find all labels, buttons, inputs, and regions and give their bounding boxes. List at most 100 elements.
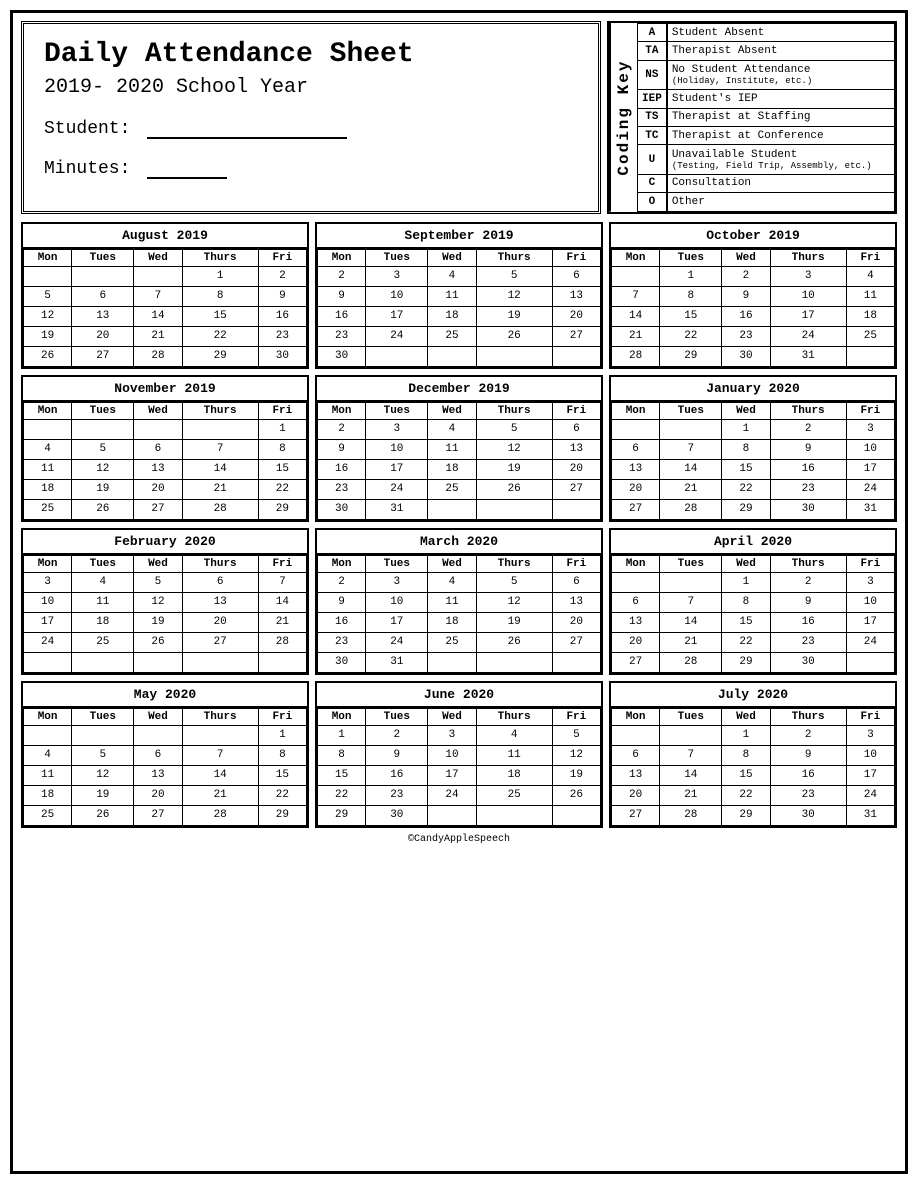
calendar-day-cell[interactable]: 16	[722, 306, 770, 326]
calendar-day-cell[interactable]	[612, 266, 660, 286]
calendar-day-cell[interactable]	[134, 652, 182, 672]
calendar-day-cell[interactable]: 3	[846, 419, 894, 439]
calendar-day-cell[interactable]: 29	[722, 499, 770, 519]
calendar-day-cell[interactable]	[476, 652, 552, 672]
calendar-day-cell[interactable]: 5	[134, 572, 182, 592]
calendar-day-cell[interactable]: 24	[428, 785, 476, 805]
calendar-day-cell[interactable]: 26	[72, 805, 134, 825]
calendar-day-cell[interactable]: 30	[770, 652, 846, 672]
calendar-day-cell[interactable]: 2	[318, 266, 366, 286]
calendar-day-cell[interactable]	[24, 419, 72, 439]
calendar-day-cell[interactable]: 4	[846, 266, 894, 286]
calendar-day-cell[interactable]: 27	[72, 346, 134, 366]
calendar-day-cell[interactable]: 7	[660, 592, 722, 612]
calendar-day-cell[interactable]: 11	[476, 745, 552, 765]
calendar-day-cell[interactable]: 25	[24, 499, 72, 519]
calendar-day-cell[interactable]: 18	[24, 479, 72, 499]
calendar-day-cell[interactable]: 28	[258, 632, 306, 652]
calendar-day-cell[interactable]: 19	[134, 612, 182, 632]
calendar-day-cell[interactable]	[182, 725, 258, 745]
calendar-day-cell[interactable]: 11	[428, 592, 476, 612]
calendar-day-cell[interactable]	[428, 499, 476, 519]
calendar-day-cell[interactable]: 17	[428, 765, 476, 785]
calendar-day-cell[interactable]: 19	[24, 326, 72, 346]
calendar-day-cell[interactable]: 17	[366, 612, 428, 632]
calendar-day-cell[interactable]: 7	[134, 286, 182, 306]
calendar-day-cell[interactable]: 12	[24, 306, 72, 326]
calendar-day-cell[interactable]: 25	[846, 326, 894, 346]
calendar-day-cell[interactable]: 24	[366, 326, 428, 346]
calendar-day-cell[interactable]	[552, 499, 600, 519]
calendar-day-cell[interactable]: 28	[182, 805, 258, 825]
calendar-day-cell[interactable]: 22	[258, 479, 306, 499]
calendar-day-cell[interactable]: 26	[72, 499, 134, 519]
calendar-day-cell[interactable]	[612, 572, 660, 592]
calendar-day-cell[interactable]: 4	[24, 439, 72, 459]
calendar-day-cell[interactable]: 19	[476, 306, 552, 326]
calendar-day-cell[interactable]: 15	[722, 612, 770, 632]
calendar-day-cell[interactable]: 14	[258, 592, 306, 612]
calendar-day-cell[interactable]: 3	[366, 266, 428, 286]
calendar-day-cell[interactable]: 15	[258, 459, 306, 479]
calendar-day-cell[interactable]: 2	[770, 725, 846, 745]
calendar-day-cell[interactable]	[134, 725, 182, 745]
calendar-day-cell[interactable]: 18	[72, 612, 134, 632]
calendar-day-cell[interactable]	[72, 266, 134, 286]
calendar-day-cell[interactable]: 5	[72, 745, 134, 765]
calendar-day-cell[interactable]: 8	[722, 745, 770, 765]
calendar-day-cell[interactable]: 29	[182, 346, 258, 366]
calendar-day-cell[interactable]	[476, 805, 552, 825]
calendar-day-cell[interactable]: 23	[366, 785, 428, 805]
calendar-day-cell[interactable]: 3	[428, 725, 476, 745]
calendar-day-cell[interactable]: 10	[846, 592, 894, 612]
calendar-day-cell[interactable]: 21	[182, 479, 258, 499]
calendar-day-cell[interactable]: 11	[24, 765, 72, 785]
calendar-day-cell[interactable]: 13	[552, 286, 600, 306]
calendar-day-cell[interactable]	[428, 652, 476, 672]
calendar-day-cell[interactable]: 4	[428, 572, 476, 592]
calendar-day-cell[interactable]: 18	[428, 459, 476, 479]
calendar-day-cell[interactable]: 20	[552, 306, 600, 326]
calendar-day-cell[interactable]: 29	[660, 346, 722, 366]
calendar-day-cell[interactable]: 28	[660, 805, 722, 825]
minutes-input-line[interactable]	[147, 157, 227, 179]
calendar-day-cell[interactable]: 15	[318, 765, 366, 785]
calendar-day-cell[interactable]	[476, 346, 552, 366]
calendar-day-cell[interactable]: 21	[660, 479, 722, 499]
calendar-day-cell[interactable]: 1	[660, 266, 722, 286]
calendar-day-cell[interactable]: 11	[72, 592, 134, 612]
calendar-day-cell[interactable]: 6	[612, 592, 660, 612]
calendar-day-cell[interactable]	[476, 499, 552, 519]
calendar-day-cell[interactable]	[182, 419, 258, 439]
calendar-day-cell[interactable]: 3	[366, 419, 428, 439]
calendar-day-cell[interactable]: 9	[318, 286, 366, 306]
calendar-day-cell[interactable]	[72, 419, 134, 439]
calendar-day-cell[interactable]: 6	[134, 439, 182, 459]
calendar-day-cell[interactable]: 14	[612, 306, 660, 326]
calendar-day-cell[interactable]: 12	[552, 745, 600, 765]
calendar-day-cell[interactable]: 24	[366, 632, 428, 652]
calendar-day-cell[interactable]: 10	[366, 592, 428, 612]
calendar-day-cell[interactable]: 23	[722, 326, 770, 346]
calendar-day-cell[interactable]: 11	[428, 286, 476, 306]
calendar-day-cell[interactable]: 16	[770, 612, 846, 632]
calendar-day-cell[interactable]: 24	[846, 632, 894, 652]
student-input-line[interactable]	[147, 117, 347, 139]
calendar-day-cell[interactable]: 23	[258, 326, 306, 346]
calendar-day-cell[interactable]: 15	[722, 765, 770, 785]
calendar-day-cell[interactable]: 4	[24, 745, 72, 765]
calendar-day-cell[interactable]: 26	[476, 479, 552, 499]
calendar-day-cell[interactable]: 15	[182, 306, 258, 326]
calendar-day-cell[interactable]: 15	[722, 459, 770, 479]
calendar-day-cell[interactable]: 22	[722, 479, 770, 499]
calendar-day-cell[interactable]: 21	[134, 326, 182, 346]
calendar-day-cell[interactable]: 14	[660, 459, 722, 479]
calendar-day-cell[interactable]: 13	[612, 612, 660, 632]
calendar-day-cell[interactable]: 17	[366, 306, 428, 326]
calendar-day-cell[interactable]: 31	[770, 346, 846, 366]
calendar-day-cell[interactable]: 24	[846, 785, 894, 805]
calendar-day-cell[interactable]: 1	[258, 419, 306, 439]
calendar-day-cell[interactable]: 8	[660, 286, 722, 306]
calendar-day-cell[interactable]: 20	[134, 479, 182, 499]
calendar-day-cell[interactable]: 18	[846, 306, 894, 326]
